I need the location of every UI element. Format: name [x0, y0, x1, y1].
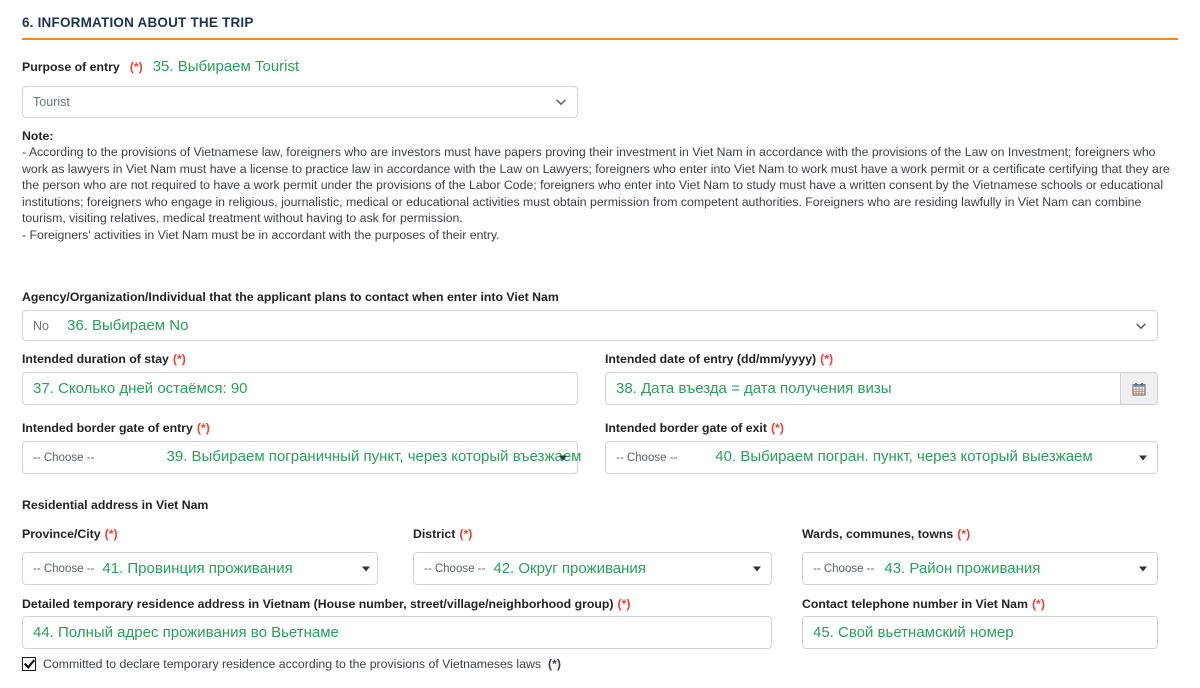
detailed-address-label: Detailed temporary residence address in …	[22, 597, 614, 611]
border-gate-entry-select[interactable]: -- Choose -- 39. Выбираем пограничный пу…	[22, 441, 581, 474]
annotation-37: 37. Сколько дней остаёмся: 90	[33, 380, 248, 397]
required-mark: (*)	[617, 597, 631, 611]
detailed-address-label-row: Detailed temporary residence address in …	[22, 596, 631, 612]
caret-down-icon	[559, 455, 567, 460]
note-paragraph-2: - Foreigners' activities in Viet Nam mus…	[22, 227, 500, 242]
district-label: District	[413, 527, 456, 541]
border-gate-entry-label: Intended border gate of entry	[22, 421, 193, 435]
district-placeholder: -- Choose --	[424, 562, 486, 575]
border-gate-entry-label-row: Intended border gate of entry (*)	[22, 420, 210, 436]
purpose-of-entry-select[interactable]: Tourist	[22, 86, 578, 118]
purpose-of-entry-label: Purpose of entry	[22, 60, 120, 74]
required-mark: (*)	[104, 527, 118, 541]
annotation-36: 36. Выбираем No	[66, 317, 189, 334]
annotation-44: 44. Полный адрес проживания во Вьетнаме	[33, 624, 339, 641]
border-gate-exit-select[interactable]: -- Choose -- 40. Выбираем погран. пункт,…	[605, 441, 1158, 474]
annotation-41: 41. Провинция проживания	[102, 560, 293, 577]
section-header: 6. INFORMATION ABOUT THE TRIP	[22, 0, 1178, 40]
duration-of-stay-label: Intended duration of stay	[22, 352, 169, 366]
border-gate-exit-placeholder: -- Choose --	[616, 451, 678, 464]
purpose-of-entry-value: Tourist	[33, 95, 70, 109]
required-mark: (*)	[196, 421, 210, 435]
duration-of-stay-input[interactable]: 37. Сколько дней остаёмся: 90	[22, 372, 578, 405]
wards-label-row: Wards, communes, towns (*)	[802, 526, 970, 542]
required-mark: (*)	[820, 352, 834, 366]
annotation-42: 42. Округ проживания	[493, 560, 646, 577]
required-mark: (*)	[129, 60, 143, 74]
wards-label: Wards, communes, towns	[802, 527, 954, 541]
chevron-down-icon	[556, 99, 566, 105]
agency-select[interactable]: No 36. Выбираем No	[22, 310, 1158, 341]
purpose-of-entry-label-row: Purpose of entry (*) 35. Выбираем Touris…	[22, 57, 299, 76]
annotation-35: 35. Выбираем Tourist	[152, 58, 300, 75]
province-label-row: Province/City (*)	[22, 526, 118, 542]
annotation-43: 43. Район проживания	[884, 560, 1041, 577]
district-label-row: District (*)	[413, 526, 472, 542]
required-mark: (*)	[172, 352, 186, 366]
calendar-icon	[1132, 382, 1146, 395]
caret-down-icon	[1139, 455, 1147, 460]
date-of-entry-label-row: Intended date of entry (dd/mm/yyyy) (*)	[605, 351, 833, 367]
caret-down-icon	[753, 566, 761, 571]
province-label: Province/City	[22, 527, 101, 541]
annotation-38: 38. Дата въезда = дата получения визы	[616, 380, 892, 397]
date-of-entry-label: Intended date of entry (dd/mm/yyyy)	[605, 352, 817, 366]
wards-select[interactable]: -- Choose -- 43. Район проживания	[802, 552, 1158, 585]
required-mark: (*)	[548, 657, 562, 671]
date-of-entry-group: 38. Дата въезда = дата получения визы	[605, 372, 1158, 405]
contact-phone-input[interactable]: 45. Свой вьетнамский номер	[802, 616, 1158, 649]
caret-down-icon	[362, 566, 370, 571]
required-mark: (*)	[459, 527, 473, 541]
date-picker-button[interactable]	[1120, 372, 1158, 405]
commitment-label: Committed to declare temporary residence…	[43, 657, 542, 671]
commitment-row[interactable]: Committed to declare temporary residence…	[22, 657, 561, 671]
required-mark: (*)	[770, 421, 784, 435]
chevron-down-icon	[1136, 323, 1146, 329]
annotation-39: 39. Выбираем пограничный пункт, через ко…	[166, 448, 582, 465]
detailed-address-input[interactable]: 44. Полный адрес проживания во Вьетнаме	[22, 616, 772, 649]
note-heading: Note:	[22, 129, 54, 143]
date-of-entry-input[interactable]: 38. Дата въезда = дата получения визы	[605, 372, 1120, 405]
required-mark: (*)	[957, 527, 971, 541]
note-paragraph-1: - According to the provisions of Vietnam…	[22, 145, 1170, 225]
contact-phone-label: Contact telephone number in Viet Nam	[802, 597, 1028, 611]
agency-label-row: Agency/Organization/Individual that the …	[22, 288, 559, 306]
agency-value: No	[33, 318, 49, 333]
border-gate-exit-label-row: Intended border gate of exit (*)	[605, 420, 784, 436]
province-select[interactable]: -- Choose -- 41. Провинция проживания	[22, 552, 378, 585]
district-select[interactable]: -- Choose -- 42. Округ проживания	[413, 552, 772, 585]
duration-of-stay-label-row: Intended duration of stay (*)	[22, 351, 186, 367]
annotation-40: 40. Выбираем погран. пункт, через которы…	[715, 448, 1093, 465]
section-divider	[22, 38, 1178, 40]
page-title: 6. INFORMATION ABOUT THE TRIP	[22, 15, 254, 30]
agency-label: Agency/Organization/Individual that the …	[22, 290, 559, 304]
note-block: Note: - According to the provisions of V…	[22, 128, 1178, 243]
border-gate-entry-placeholder: -- Choose --	[33, 451, 95, 464]
border-gate-exit-label: Intended border gate of exit	[605, 421, 767, 435]
residential-address-heading: Residential address in Viet Nam	[22, 498, 209, 512]
province-placeholder: -- Choose --	[33, 562, 95, 575]
contact-phone-label-row: Contact telephone number in Viet Nam (*)	[802, 596, 1045, 612]
checkbox-checked-icon[interactable]	[22, 657, 36, 671]
wards-placeholder: -- Choose --	[813, 562, 875, 575]
required-mark: (*)	[1031, 597, 1045, 611]
trip-information-form: 6. INFORMATION ABOUT THE TRIP Purpose of…	[0, 0, 1200, 688]
annotation-45: 45. Свой вьетнамский номер	[813, 624, 1014, 641]
caret-down-icon	[1139, 566, 1147, 571]
